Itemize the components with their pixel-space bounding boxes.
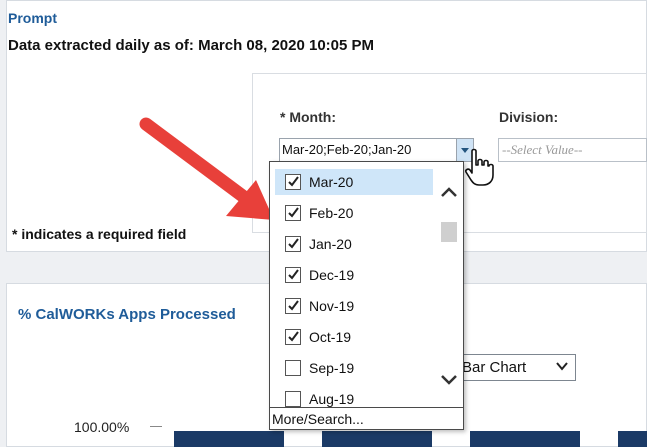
scroll-down-icon[interactable] [440, 374, 458, 386]
checkbox-checked[interactable] [285, 298, 301, 314]
dropdown-item[interactable]: Nov-19 [275, 293, 433, 319]
division-select[interactable]: --Select Value-- [498, 138, 647, 162]
dropdown-item-label: Feb-20 [309, 205, 354, 221]
checkbox-checked[interactable] [285, 205, 301, 221]
hand-cursor-icon [465, 148, 494, 186]
y-axis-tick [150, 426, 162, 427]
red-arrow-annotation [139, 117, 274, 220]
chart-title: % CalWORKs Apps Processed [18, 306, 236, 323]
more-search-link[interactable]: More/Search... [270, 407, 463, 429]
scrollbar-thumb[interactable] [441, 222, 457, 242]
checkmark-icon [288, 176, 299, 187]
checkmark-icon [288, 331, 299, 342]
division-label: Division: [499, 109, 559, 125]
checkbox-checked[interactable] [285, 236, 301, 252]
month-select[interactable]: Mar-20;Feb-20;Jan-20 [279, 138, 474, 162]
chart-bar [470, 431, 580, 447]
chart-bar [618, 431, 647, 447]
y-axis-tick-label: 100.00% [74, 419, 130, 435]
month-select-value: Mar-20;Feb-20;Jan-20 [282, 142, 412, 157]
checkmark-icon [288, 300, 299, 311]
more-search-label: More/Search... [272, 411, 364, 427]
checkmark-icon [288, 238, 299, 249]
checkbox-checked[interactable] [285, 329, 301, 345]
scroll-up-icon[interactable] [440, 186, 458, 198]
dropdown-item-label: Jan-20 [309, 236, 352, 252]
checkmark-icon [288, 269, 299, 280]
data-extracted-text: Data extracted daily as of: March 08, 20… [8, 37, 375, 54]
dropdown-item[interactable]: Dec-19 [275, 262, 433, 288]
prompt-label: Prompt [8, 10, 57, 26]
dropdown-item-label: Nov-19 [309, 298, 355, 314]
chart-bar [322, 431, 432, 447]
checkbox-checked[interactable] [285, 267, 301, 283]
checkbox-unchecked[interactable] [285, 391, 301, 407]
dropdown-item[interactable]: Mar-20 [275, 169, 433, 195]
chart-type-select[interactable]: Bar Chart [452, 354, 576, 381]
dropdown-item-label: Mar-20 [309, 174, 354, 190]
dropdown-item-label: Sep-19 [309, 360, 355, 376]
chevron-down-icon [556, 362, 568, 371]
checkbox-checked[interactable] [285, 174, 301, 190]
chart-type-value: Bar Chart [462, 359, 527, 376]
dropdown-item-label: Aug-19 [309, 391, 355, 407]
chart-bar [174, 431, 284, 447]
dropdown-item[interactable]: Oct-19 [275, 324, 433, 350]
dropdown-item-label: Oct-19 [309, 329, 352, 345]
dropdown-item[interactable]: Feb-20 [275, 200, 433, 226]
dropdown-item[interactable]: Sep-19 [275, 355, 433, 381]
dropdown-scrollbar[interactable] [436, 178, 462, 406]
dropdown-item[interactable]: Jan-20 [275, 231, 433, 257]
checkbox-unchecked[interactable] [285, 360, 301, 376]
checkmark-icon [288, 207, 299, 218]
dropdown-item-label: Dec-19 [309, 267, 355, 283]
division-placeholder: --Select Value-- [502, 142, 583, 157]
